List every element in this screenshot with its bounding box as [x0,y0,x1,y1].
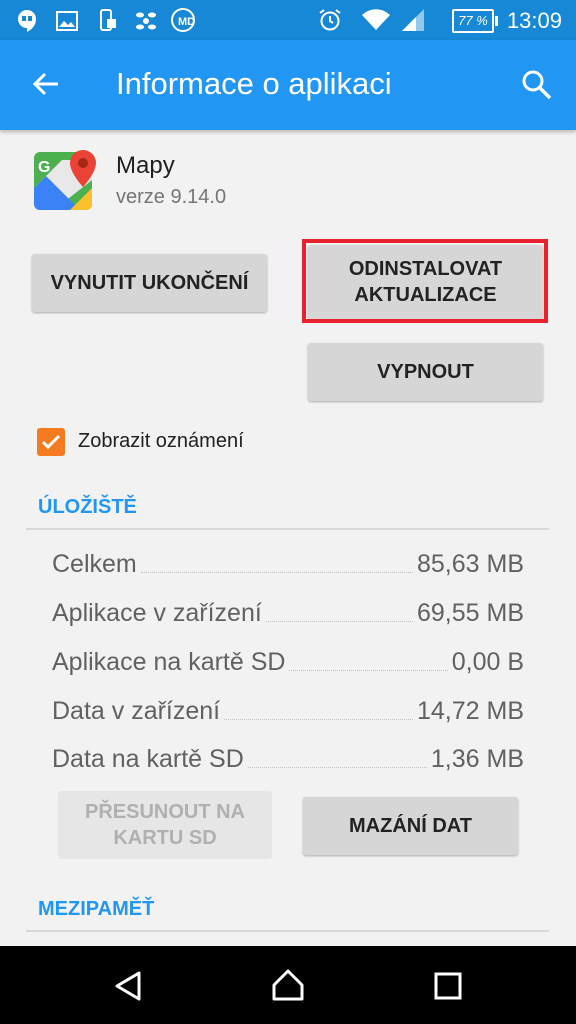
cache-header: MEZIPAMĚŤ [38,898,155,920]
row-label: Aplikace na kartě SD [52,648,286,676]
app-name: Mapy [116,152,175,179]
svg-text:G: G [38,159,50,176]
wifi-icon [362,9,390,31]
hangouts-icon [18,10,36,32]
show-notifications-label[interactable]: Zobrazit oznámení [78,430,244,453]
storage-row-total: Celkem 85,63 MB [52,545,524,579]
row-value: 85,63 MB [416,550,524,578]
md-app-icon: MD [171,8,195,32]
storage-divider [26,528,549,530]
storage-row-app-device: Aplikace v zařízení 69,55 MB [52,594,524,628]
show-notifications-checkbox[interactable] [37,428,65,456]
storage-row-data-device: Data v zařízení 14,72 MB [52,692,524,726]
disable-button[interactable]: VYPNOUT [308,343,543,401]
row-label: Celkem [52,550,137,578]
flower-icon [136,12,156,30]
row-value: 1,36 MB [430,745,524,773]
highlight-frame [302,239,548,323]
row-value: 14,72 MB [416,697,524,725]
page-title: Informace o aplikaci [116,66,392,101]
home-nav-icon[interactable] [271,968,305,1002]
clear-data-button[interactable]: MAZÁNÍ DAT [303,797,518,855]
storage-header: ÚLOŽIŠTĚ [38,496,137,518]
row-value: 69,55 MB [416,599,524,627]
battery-icon: 77 % [452,9,498,33]
navigation-bar [0,946,576,1024]
back-nav-icon[interactable] [112,970,144,1002]
move-to-sd-label-1: PŘESUNOUT NA [84,801,245,823]
app-bar: Informace o aplikaci [0,40,576,130]
force-stop-button[interactable]: VYNUTIT UKONČENÍ [32,254,267,312]
app-version: verze 9.14.0 [116,186,227,208]
phone-sync-icon [100,9,116,31]
google-maps-icon: G [34,150,96,210]
row-label: Aplikace v zařízení [52,599,262,627]
checkmark-icon [41,434,61,450]
search-icon[interactable] [520,68,554,102]
row-label: Data v zařízení [52,697,221,725]
svg-text:MD: MD [178,16,195,28]
move-to-sd-label-2: KARTU SD [113,827,217,849]
cache-divider [26,930,549,932]
storage-row-app-sd: Aplikace na kartě SD 0,00 B [52,643,524,677]
clock-time: 13:09 [506,8,562,33]
row-label: Data na kartě SD [52,745,244,773]
back-arrow-icon[interactable] [30,68,62,100]
alarm-icon [319,9,341,31]
signal-icon [402,9,424,31]
status-bar: MD 77 % 13:09 [0,0,576,40]
image-icon [56,11,78,31]
clear-data-label: MAZÁNÍ DAT [349,815,472,837]
row-value: 0,00 B [451,648,524,676]
disable-label: VYPNOUT [377,361,474,383]
force-stop-label: VYNUTIT UKONČENÍ [50,272,249,294]
move-to-sd-button[interactable]: PŘESUNOUT NA KARTU SD [58,791,272,859]
storage-row-data-sd: Data na kartě SD 1,36 MB [52,740,524,774]
recents-nav-icon[interactable] [434,972,462,1000]
